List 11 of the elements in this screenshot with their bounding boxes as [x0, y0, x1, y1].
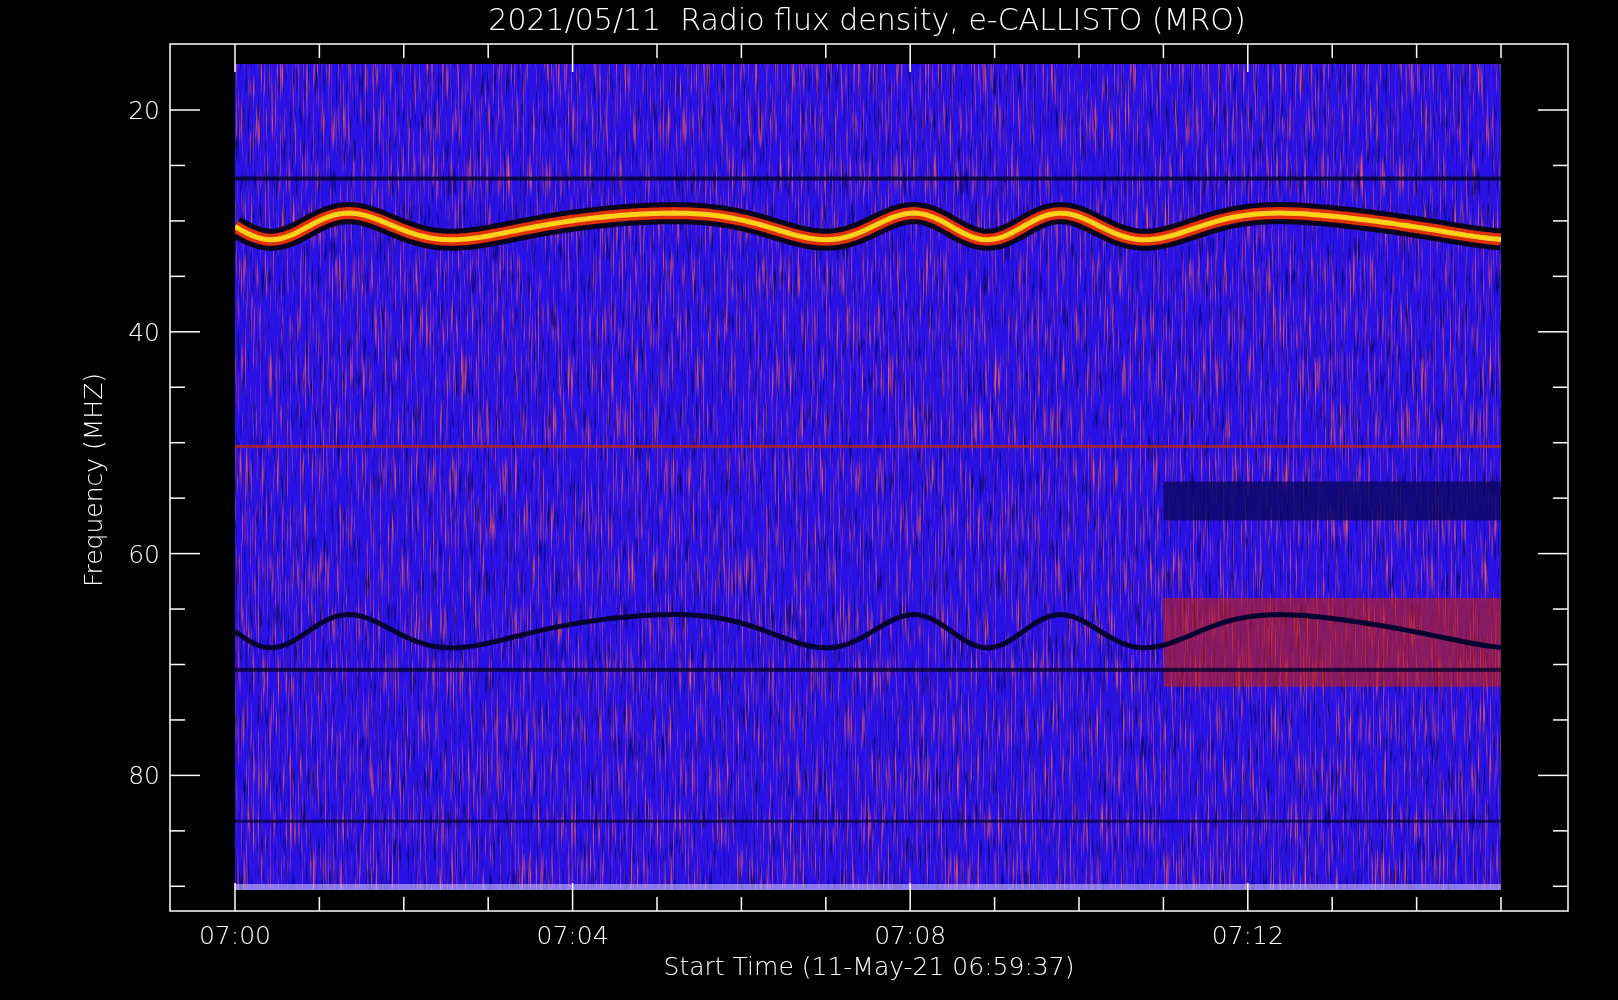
y-tick-label: 80: [128, 761, 160, 791]
x-tick-label: 07:00: [199, 921, 271, 950]
x-tick-label: 07:08: [874, 921, 947, 950]
y-axis-label: Frequency (MHZ): [79, 372, 108, 588]
y-tick-label: 20: [128, 96, 160, 125]
x-tick-label: 07:04: [536, 921, 609, 950]
y-tick-label: 40: [128, 317, 160, 347]
y-tick-label: 60: [128, 539, 160, 569]
x-tick-label: 07:12: [1211, 921, 1284, 950]
chart-title: 2021/05/11 Radio flux density, e-CALLISTO (MRO): [488, 2, 1246, 37]
x-axis-label: Start Time (11-May-21 06:59:37): [663, 952, 1075, 981]
